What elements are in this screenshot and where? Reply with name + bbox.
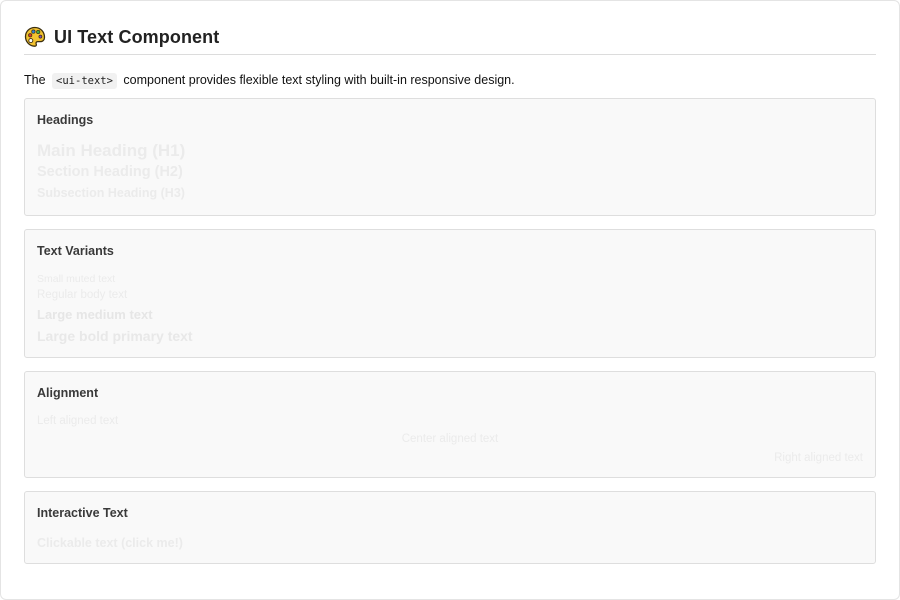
variant-large-bold-primary: Large bold primary text <box>37 328 193 344</box>
section-title-headings: Headings <box>37 113 94 127</box>
variant-regular-body: Regular body text <box>37 289 128 301</box>
align-right-text: Right aligned text <box>774 452 863 464</box>
interactive-text-section: Interactive Text Clickable text (click m… <box>24 491 876 564</box>
align-center-text: Center aligned text <box>401 433 499 445</box>
page-content: UI Text Component The <ui-text> componen… <box>24 22 876 564</box>
intro-code-tag: <ui-text> <box>52 73 117 89</box>
headings-section: Headings Main Heading (H1) Section Headi… <box>24 98 876 216</box>
intro-paragraph: The <ui-text> component provides flexibl… <box>24 71 876 89</box>
page-title: UI Text Component <box>54 26 220 47</box>
heading-h1-sample: Main Heading (H1) <box>37 141 186 160</box>
variant-large-medium: Large medium text <box>37 307 153 322</box>
alignment-section: Alignment Left aligned text Center align… <box>24 371 876 478</box>
align-left-text: Left aligned text <box>37 415 119 427</box>
section-title-alignment: Alignment <box>37 386 99 400</box>
heading-h2-sample: Section Heading (H2) <box>37 164 183 180</box>
text-variants-section: Text Variants Small muted text Regular b… <box>24 229 876 358</box>
intro-suffix: component provides flexible text styling… <box>123 73 515 87</box>
heading-h3-sample: Subsection Heading (H3) <box>37 186 185 200</box>
palette-icon <box>24 26 46 48</box>
intro-prefix: The <box>24 73 46 87</box>
clickable-text[interactable]: Clickable text (click me!) <box>37 536 183 550</box>
section-title-variants: Text Variants <box>37 244 114 258</box>
page-header: UI Text Component <box>24 22 876 55</box>
section-title-interactive: Interactive Text <box>37 506 128 520</box>
variant-small-muted: Small muted text <box>37 273 116 285</box>
